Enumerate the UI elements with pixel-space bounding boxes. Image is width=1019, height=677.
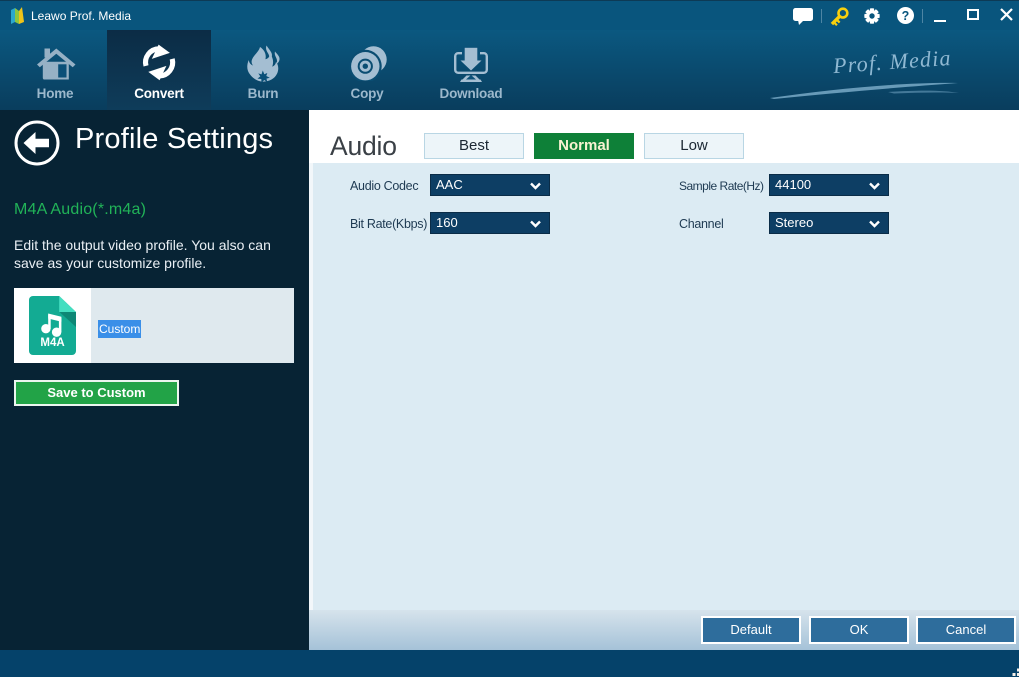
svg-text:M4A: M4A (40, 337, 64, 349)
svg-text:?: ? (902, 9, 910, 23)
